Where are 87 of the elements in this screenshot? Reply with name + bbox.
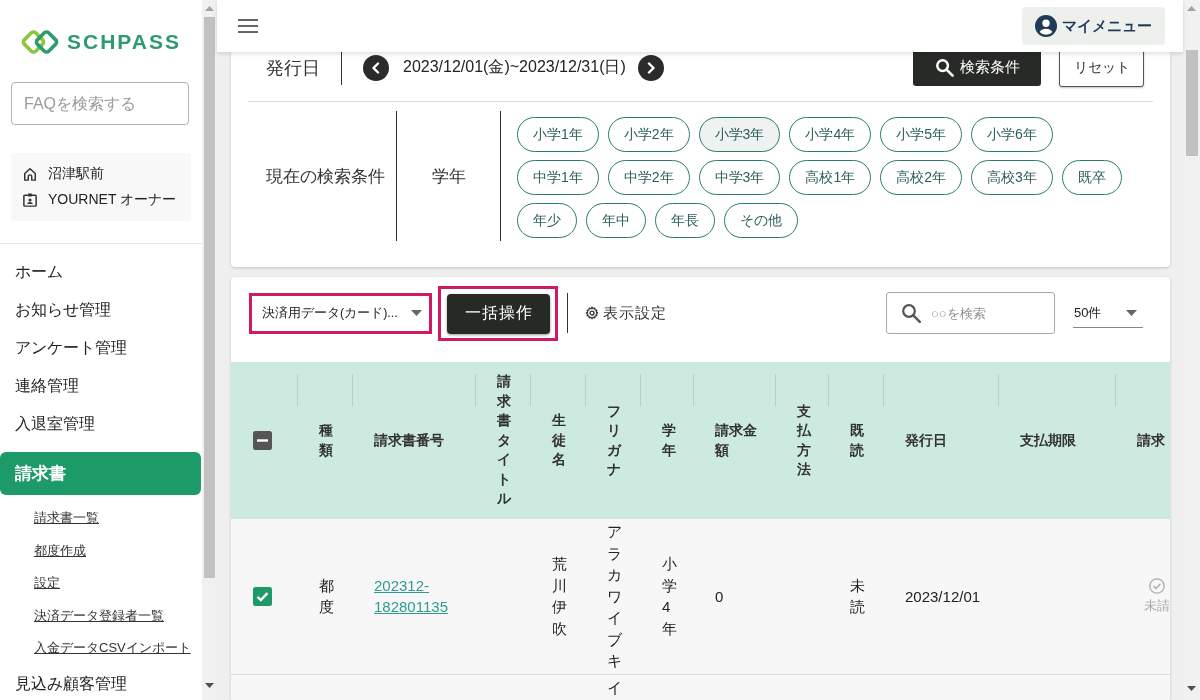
account-icon bbox=[1035, 15, 1057, 37]
logo-text: SCHPASS bbox=[67, 29, 181, 55]
arrow-down-icon[interactable] bbox=[205, 683, 214, 688]
column-header: 請求書タイトル bbox=[497, 372, 512, 509]
reset-button[interactable]: リセット bbox=[1059, 52, 1144, 87]
next-button[interactable] bbox=[637, 54, 664, 81]
faq-search-field[interactable]: FAQを検索する bbox=[11, 82, 189, 125]
student-name: 荒川伊吹 bbox=[552, 554, 568, 639]
column-header: フリガナ bbox=[607, 401, 623, 479]
column-header: 請求金額 bbox=[715, 421, 758, 460]
arrow-up-icon[interactable] bbox=[205, 6, 214, 11]
column-header: 請求書番号 bbox=[374, 430, 444, 450]
select-all-checkbox[interactable] bbox=[253, 431, 272, 450]
user-name: YOURNET オーナー bbox=[48, 191, 177, 209]
amount-text: 0 bbox=[715, 586, 724, 607]
column-header: 支払方法 bbox=[797, 401, 812, 479]
submenu-item[interactable]: 設定 bbox=[34, 567, 60, 600]
grade-chip[interactable]: 中学2年 bbox=[607, 160, 690, 195]
grade-chip[interactable]: 年長 bbox=[655, 203, 715, 238]
issue-date: 2023/12/01 bbox=[905, 586, 981, 607]
row-checkbox[interactable] bbox=[253, 586, 272, 606]
grade-chip[interactable]: 既卒 bbox=[1061, 160, 1122, 195]
submenu-item[interactable]: 入金データCSVインポート bbox=[34, 632, 191, 665]
menu-item[interactable]: 入退室管理 bbox=[15, 405, 95, 443]
menu-item[interactable]: ホーム bbox=[15, 253, 63, 291]
grade-chip[interactable]: その他 bbox=[724, 203, 798, 238]
my-menu-button[interactable]: マイメニュー bbox=[1022, 7, 1165, 45]
logo-icon bbox=[20, 27, 60, 57]
submenu-item[interactable]: 都度作成 bbox=[34, 534, 86, 567]
menu-item[interactable]: 見込み顧客管理 bbox=[15, 664, 127, 700]
gear-icon bbox=[585, 306, 599, 320]
date-label: 発行日 bbox=[266, 56, 320, 80]
caret-down-icon bbox=[1126, 309, 1137, 316]
home-icon bbox=[23, 167, 37, 181]
school-name: 沼津駅前 bbox=[48, 165, 104, 183]
furigana-text: イ bbox=[607, 677, 622, 698]
menu-icon[interactable] bbox=[238, 19, 258, 33]
column-header: 既読 bbox=[850, 421, 865, 460]
grade-label: 学年 bbox=[431, 165, 466, 188]
grade-chip[interactable]: 小学4年 bbox=[789, 117, 872, 152]
submenu-item[interactable]: 請求書一覧 bbox=[34, 502, 99, 535]
grade-chip[interactable]: 小学5年 bbox=[880, 117, 962, 152]
search-field[interactable]: ○○を検索 bbox=[886, 292, 1055, 334]
menu-item[interactable]: 連絡管理 bbox=[15, 367, 79, 405]
grade-chip[interactable]: 高校1年 bbox=[789, 160, 872, 195]
grade-chip[interactable]: 中学3年 bbox=[698, 160, 781, 195]
id-badge-icon bbox=[23, 193, 37, 207]
menu-item[interactable]: アンケート管理 bbox=[15, 329, 127, 367]
column-header: 生徒名 bbox=[552, 411, 567, 470]
date-range: 2023/12/01(金)~2023/12/31(日) bbox=[403, 57, 626, 77]
column-header: 請求 bbox=[1137, 430, 1165, 450]
furigana-text: アラカワイブキ bbox=[607, 522, 623, 671]
type-text: 都度 bbox=[319, 575, 335, 618]
grade-chip[interactable]: 高校2年 bbox=[880, 160, 962, 195]
grade-chip[interactable]: 年中 bbox=[586, 203, 646, 238]
grade-chip[interactable]: 小学6年 bbox=[971, 117, 1053, 152]
scrollbar-thumb[interactable] bbox=[204, 17, 215, 578]
scrollbar-thumb[interactable] bbox=[1185, 50, 1198, 156]
column-header: 支払期限 bbox=[1020, 430, 1076, 450]
grade-chip[interactable]: 中学1年 bbox=[517, 160, 599, 195]
display-settings-button[interactable]: 表示設定 bbox=[585, 303, 667, 323]
menu-item[interactable]: お知らせ管理 bbox=[15, 291, 111, 329]
search-conditions-button[interactable]: 検索条件 bbox=[913, 52, 1041, 86]
grade-chip[interactable]: 年少 bbox=[517, 203, 577, 238]
billing-status-text: 未請 bbox=[1144, 598, 1170, 615]
grade-chip[interactable]: 小学1年 bbox=[517, 117, 599, 152]
read-status-text: 未読 bbox=[850, 575, 866, 618]
bulk-action-button[interactable]: 一括操作 bbox=[447, 293, 550, 334]
grade-chip[interactable]: 小学2年 bbox=[607, 117, 690, 152]
arrow-up-icon[interactable] bbox=[1187, 6, 1196, 11]
grade-chip[interactable]: 高校3年 bbox=[971, 160, 1053, 195]
column-header: 種類 bbox=[319, 421, 334, 460]
menu-item[interactable]: 請求書 bbox=[0, 452, 201, 495]
caret-down-icon bbox=[411, 310, 422, 316]
grade-chip[interactable]: 小学3年 bbox=[698, 117, 781, 152]
search-icon bbox=[934, 58, 954, 77]
column-header: 発行日 bbox=[905, 430, 947, 450]
column-header: 学年 bbox=[662, 421, 677, 460]
grade-text: 小学4年 bbox=[662, 554, 677, 639]
chevron-left-icon bbox=[370, 61, 382, 74]
conditions-label: 現在の検索条件 bbox=[266, 165, 385, 188]
search-icon bbox=[901, 303, 921, 323]
per-page-select[interactable]: 50件 bbox=[1073, 298, 1143, 328]
submenu-item[interactable]: 決済データ登録者一覧 bbox=[34, 599, 164, 632]
previous-button[interactable] bbox=[363, 54, 389, 81]
check-circle-icon bbox=[1149, 578, 1165, 595]
arrow-down-icon[interactable] bbox=[1187, 686, 1196, 691]
